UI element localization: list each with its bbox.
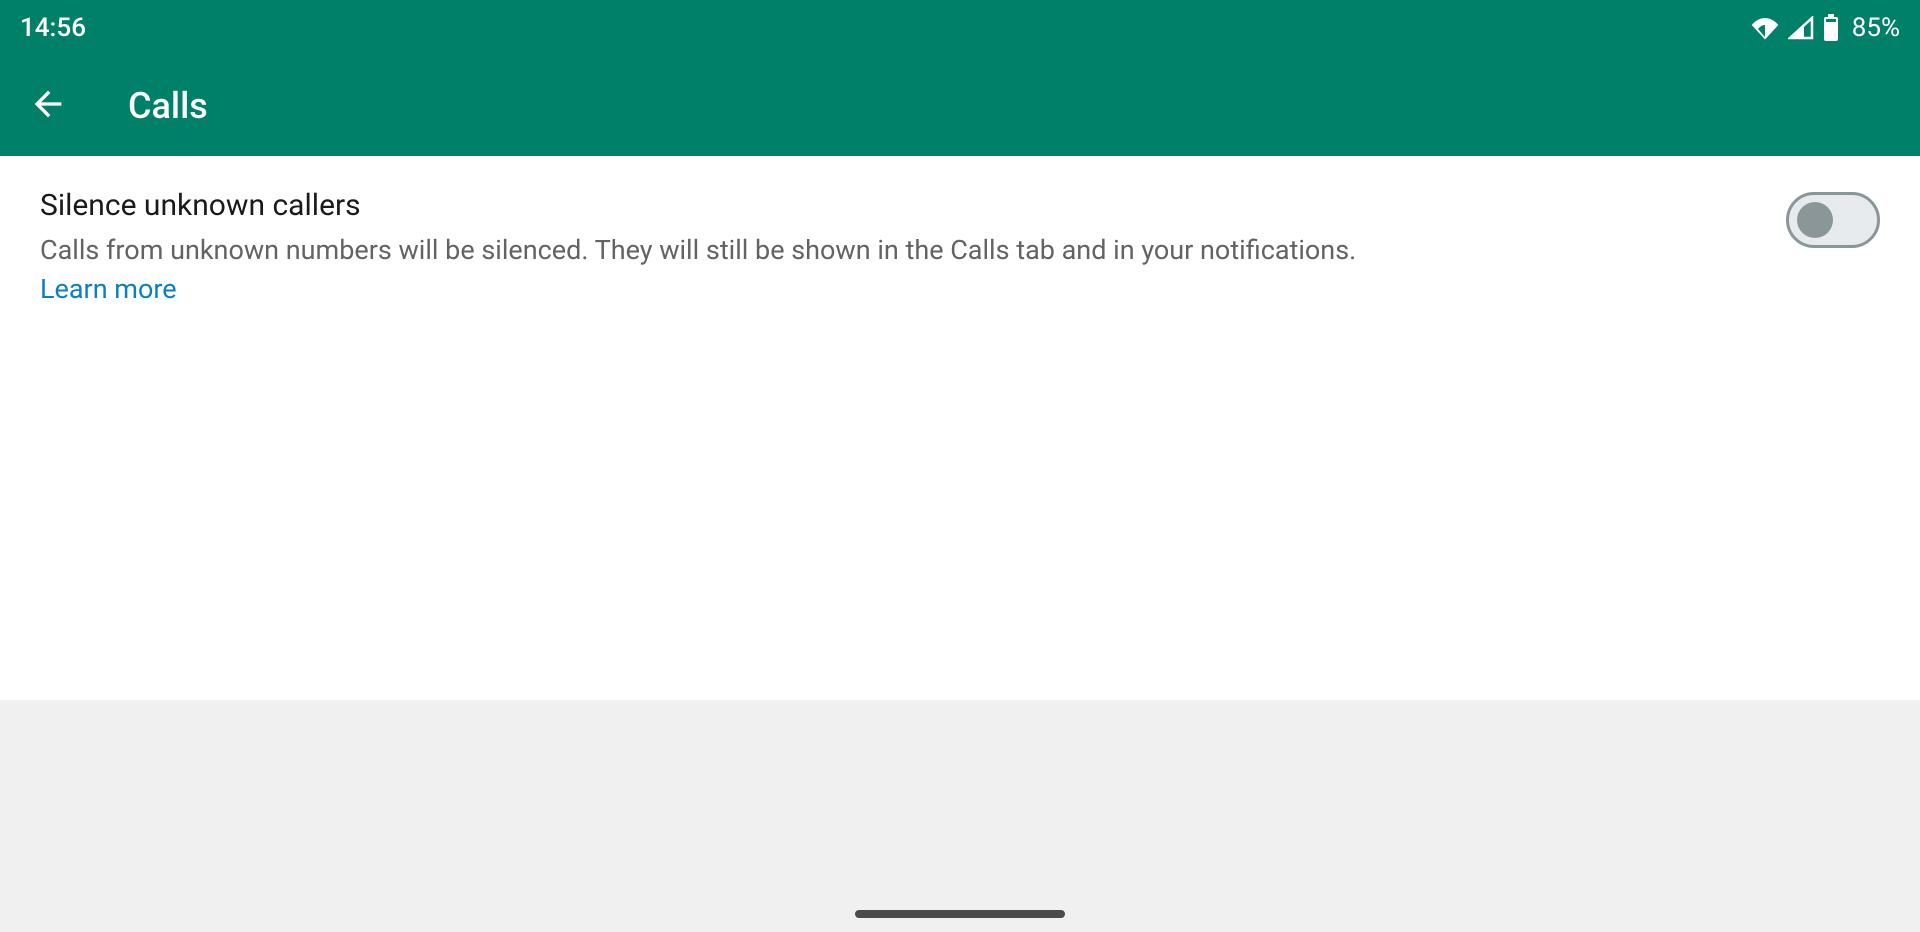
- navigation-handle[interactable]: [855, 910, 1065, 918]
- setting-title: Silence unknown callers: [40, 188, 1390, 223]
- status-icons-group: 85%: [1750, 13, 1900, 43]
- setting-description: Calls from unknown numbers will be silen…: [40, 231, 1390, 309]
- arrow-back-icon: [28, 84, 68, 128]
- battery-percentage: 85%: [1852, 13, 1900, 43]
- wifi-icon: [1750, 16, 1780, 40]
- setting-text-block: Silence unknown callers Calls from unkno…: [40, 188, 1390, 309]
- page-title: Calls: [128, 85, 208, 127]
- app-bar: Calls: [0, 56, 1920, 156]
- learn-more-link[interactable]: Learn more: [40, 273, 177, 305]
- back-button[interactable]: [24, 82, 72, 130]
- toggle-knob: [1797, 202, 1833, 238]
- silence-unknown-callers-setting: Silence unknown callers Calls from unkno…: [40, 188, 1880, 309]
- status-bar: 14:56 85%: [0, 0, 1920, 56]
- silence-unknown-callers-toggle[interactable]: [1786, 192, 1880, 248]
- battery-icon: [1822, 14, 1840, 42]
- status-time: 14:56: [20, 13, 86, 43]
- cellular-icon: [1788, 16, 1814, 40]
- settings-content: Silence unknown callers Calls from unkno…: [0, 156, 1920, 700]
